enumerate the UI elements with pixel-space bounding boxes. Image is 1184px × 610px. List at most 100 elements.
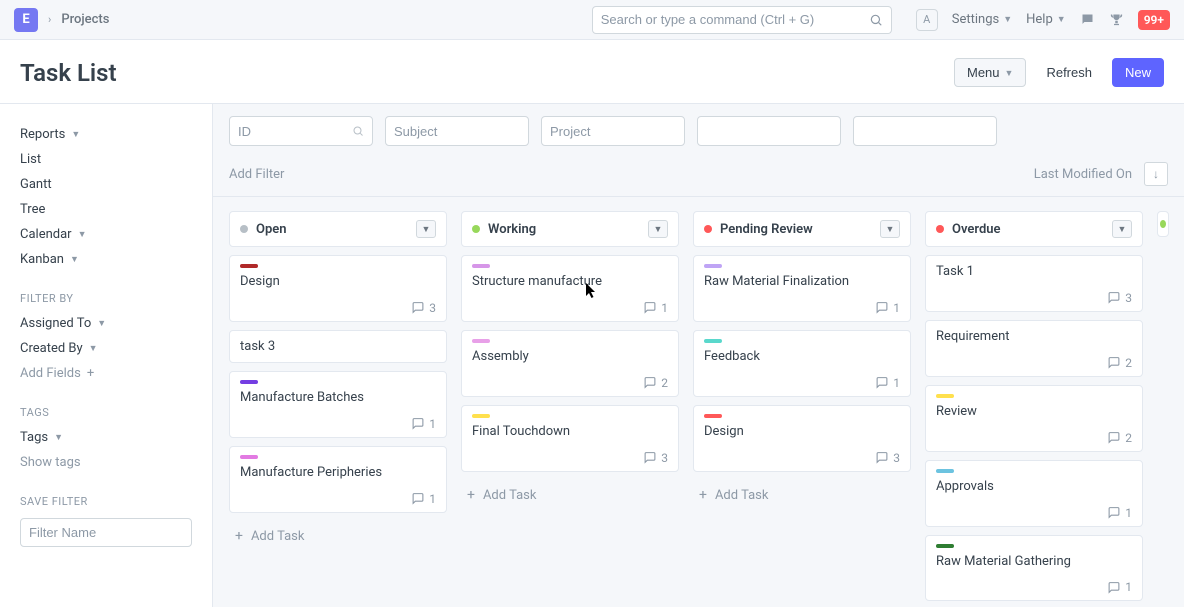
task-card[interactable]: Feedback1 <box>693 330 911 397</box>
user-avatar[interactable]: A <box>916 9 938 31</box>
task-card[interactable]: Final Touchdown3 <box>461 405 679 472</box>
menu-button-label: Menu <box>967 65 1000 80</box>
arrow-down-icon: ↓ <box>1153 167 1159 181</box>
card-footer: 1 <box>472 301 668 315</box>
task-card[interactable]: Design3 <box>693 405 911 472</box>
filter-name-input[interactable] <box>20 518 192 547</box>
sidebar-view-kanban[interactable]: Kanban▼ <box>20 247 192 272</box>
breadcrumb-projects[interactable]: Projects <box>61 12 109 27</box>
filter-id-input[interactable] <box>238 124 352 139</box>
filter-project[interactable] <box>541 116 685 146</box>
sidebar-filter-assigned-to[interactable]: Assigned To▼ <box>20 311 192 336</box>
settings-menu[interactable]: Settings ▼ <box>952 12 1012 27</box>
comment-icon <box>643 376 657 389</box>
sidebar-filter-created-by[interactable]: Created By▼ <box>20 336 192 361</box>
column-overflow-hint <box>1157 211 1169 592</box>
column-header-overdue: Overdue ▼ <box>925 211 1143 247</box>
sidebar-view-label: Gantt <box>20 177 52 192</box>
column-menu-button[interactable]: ▼ <box>648 220 668 238</box>
card-title: Raw Material Gathering <box>936 554 1132 571</box>
sort-direction-button[interactable]: ↓ <box>1144 162 1168 186</box>
sidebar-view-reports[interactable]: Reports▼ <box>20 122 192 147</box>
menu-button[interactable]: Menu ▼ <box>954 58 1026 87</box>
column-open: Open▼Design3task 3Manufacture Batches1Ma… <box>229 211 447 592</box>
filter-project-input[interactable] <box>550 124 676 139</box>
add-task-label: Add Task <box>251 529 305 544</box>
task-card[interactable]: Raw Material Gathering1 <box>925 535 1143 602</box>
column-title: Working <box>488 222 640 237</box>
task-card[interactable]: Review2 <box>925 385 1143 452</box>
column-header-pending: Pending Review ▼ <box>693 211 911 247</box>
app-logo[interactable]: E <box>14 8 38 32</box>
global-search[interactable] <box>592 6 892 34</box>
sidebar-view-tree[interactable]: Tree <box>20 197 192 222</box>
add-task-button[interactable]: +Add Task <box>461 480 679 511</box>
search-icon <box>352 125 364 137</box>
caret-down-icon: ▼ <box>1057 14 1066 25</box>
task-card[interactable]: Requirement2 <box>925 320 1143 377</box>
task-card[interactable]: task 3 <box>229 330 447 363</box>
add-filter-button[interactable]: Add Filter <box>229 167 284 182</box>
main-area: Add Filter Last Modified On ↓ Open▼Desig… <box>212 104 1184 607</box>
task-card[interactable]: Structure manufacture1 <box>461 255 679 322</box>
column-overdue: Overdue ▼ Task 13 Requirement2 Review2 Approv… <box>925 211 1143 592</box>
task-card[interactable]: Assembly2 <box>461 330 679 397</box>
show-tags-button[interactable]: Show tags <box>20 450 192 475</box>
column-title: Pending Review <box>720 222 872 237</box>
task-card[interactable]: Manufacture Batches1 <box>229 371 447 438</box>
caret-down-icon: ▼ <box>1003 14 1012 25</box>
sort-label[interactable]: Last Modified On <box>1034 167 1132 182</box>
notification-badge[interactable]: 99+ <box>1138 10 1170 30</box>
new-button[interactable]: New <box>1112 58 1164 87</box>
tags-heading: TAGS <box>20 406 192 419</box>
tags-dropdown[interactable]: Tags ▼ <box>20 425 192 450</box>
filter-empty-2[interactable] <box>853 116 997 146</box>
card-title: Manufacture Batches <box>240 390 436 407</box>
page-header: Task List Menu ▼ Refresh New <box>0 40 1184 104</box>
task-card[interactable]: Approvals1 <box>925 460 1143 527</box>
filter-subject-input[interactable] <box>394 124 520 139</box>
filter-id[interactable] <box>229 116 373 146</box>
comment-count: 3 <box>661 451 668 465</box>
plus-icon: + <box>235 529 243 543</box>
task-card[interactable]: Task 13 <box>925 255 1143 312</box>
filter-empty-1[interactable] <box>697 116 841 146</box>
sidebar-view-label: Kanban <box>20 252 64 267</box>
task-card[interactable]: Raw Material Finalization1 <box>693 255 911 322</box>
chat-icon[interactable] <box>1080 12 1095 27</box>
task-card[interactable]: Design3 <box>229 255 447 322</box>
global-search-input[interactable] <box>601 12 869 27</box>
add-task-button[interactable]: + Add Task <box>229 521 447 552</box>
chevron-right-icon: › <box>48 13 51 26</box>
add-fields-button[interactable]: Add Fields + <box>20 361 192 386</box>
column-pending: Pending Review ▼ Raw Material Finalization… <box>693 211 911 592</box>
filter-empty-2-input[interactable] <box>862 124 988 139</box>
column-menu-button[interactable]: ▼ <box>880 220 900 238</box>
topbar: E › Projects A Settings ▼ Help ▼ 99+ <box>0 0 1184 40</box>
card-footer: 1 <box>240 492 436 506</box>
add-fields-label: Add Fields <box>20 366 81 381</box>
card-color-tag <box>472 414 490 418</box>
sidebar-view-gantt[interactable]: Gantt <box>20 172 192 197</box>
help-label: Help <box>1026 12 1053 27</box>
sidebar-view-list[interactable]: List <box>20 147 192 172</box>
filter-empty-1-input[interactable] <box>706 124 832 139</box>
sidebar-view-calendar[interactable]: Calendar▼ <box>20 222 192 247</box>
filter-subject[interactable] <box>385 116 529 146</box>
add-task-button[interactable]: +Add Task <box>693 480 911 511</box>
comment-count: 3 <box>1125 291 1132 305</box>
task-card[interactable]: Manufacture Peripheries1 <box>229 446 447 513</box>
caret-down-icon: ▼ <box>1005 68 1014 78</box>
comment-count: 2 <box>1125 431 1132 445</box>
card-color-tag <box>936 394 954 398</box>
column-menu-button[interactable]: ▼ <box>1112 220 1132 238</box>
comment-icon <box>1107 356 1121 369</box>
column-title: Overdue <box>952 222 1104 237</box>
plus-icon: + <box>87 366 94 381</box>
column-working: Working ▼ Structure manufacture1 Assembly2 F… <box>461 211 679 592</box>
help-menu[interactable]: Help ▼ <box>1026 12 1066 27</box>
status-dot-icon <box>240 225 248 233</box>
trophy-icon[interactable] <box>1109 12 1124 27</box>
column-menu-button[interactable]: ▼ <box>416 220 436 238</box>
refresh-button[interactable]: Refresh <box>1034 59 1104 86</box>
